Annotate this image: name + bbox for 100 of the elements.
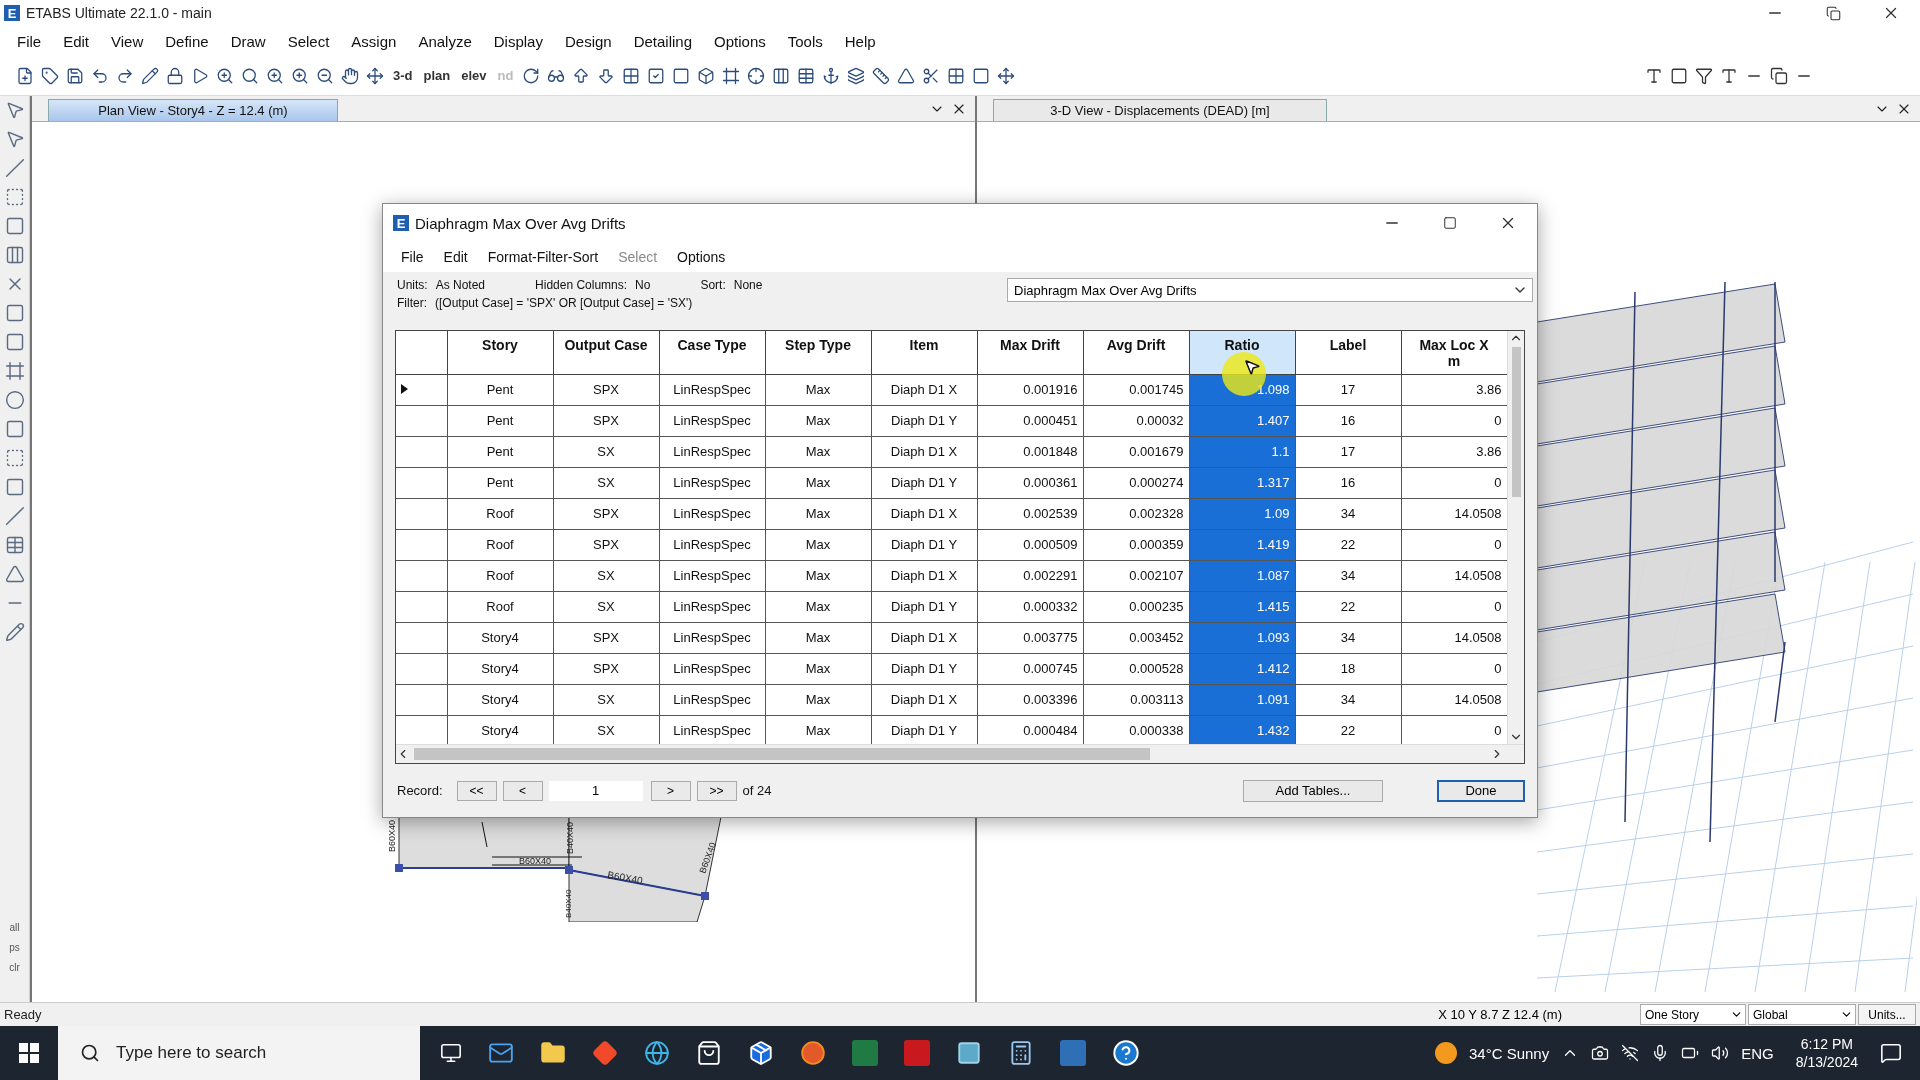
search-icon[interactable]	[80, 1043, 100, 1063]
menu-item[interactable]: File	[6, 32, 53, 50]
table-icon[interactable]	[797, 66, 816, 85]
box-icon[interactable]	[748, 1040, 774, 1066]
ruler-icon[interactable]	[872, 66, 891, 85]
down-arrow-icon[interactable]	[597, 66, 616, 85]
dropdown[interactable]: One Story	[1640, 1004, 1746, 1025]
menu-item[interactable]: Analyze	[407, 32, 483, 50]
column-header[interactable]: Label	[1295, 331, 1401, 374]
clock-date[interactable]: 8/13/2024	[1795, 1053, 1858, 1071]
row-header[interactable]	[396, 622, 447, 653]
menu-item[interactable]: Design	[553, 32, 623, 50]
column-header[interactable]: Avg Drift	[1083, 331, 1189, 374]
task-view-icon[interactable]	[440, 1042, 462, 1064]
column-header[interactable]: Item	[871, 331, 977, 374]
square-icon[interactable]	[672, 66, 691, 85]
zoom-out-icon[interactable]	[316, 66, 334, 85]
new-file-icon[interactable]	[16, 66, 34, 85]
crosshair-icon[interactable]	[747, 66, 766, 85]
row-header[interactable]	[396, 684, 447, 715]
diamond-icon[interactable]	[592, 1040, 618, 1066]
weather-text[interactable]: 34°C Sunny	[1468, 1044, 1550, 1062]
save-icon[interactable]	[66, 66, 84, 85]
circle-icon[interactable]	[4, 390, 25, 410]
menu-item[interactable]: Format-Filter-Sort	[477, 249, 609, 265]
camera-icon[interactable]	[1591, 1044, 1610, 1062]
menu-item[interactable]: Tools	[776, 32, 834, 50]
row-header[interactable]	[396, 467, 447, 498]
move-icon[interactable]	[997, 66, 1016, 85]
menu-item[interactable]: Options	[703, 32, 777, 50]
menu-item[interactable]: Options	[667, 249, 736, 265]
menu-item[interactable]: Detailing	[622, 32, 704, 50]
menu-item[interactable]: Assign	[340, 32, 408, 50]
grid-icon[interactable]	[622, 66, 641, 85]
menu-item[interactable]: Edit	[52, 32, 101, 50]
view-button[interactable]: elev	[459, 68, 489, 83]
nav-button[interactable]: <	[502, 780, 543, 801]
line-icon[interactable]	[4, 158, 25, 178]
menu-item[interactable]: Define	[154, 32, 220, 50]
dashed-square-icon[interactable]	[4, 187, 25, 207]
menu-item[interactable]: Draw	[219, 32, 277, 50]
maximize-icon[interactable]	[1443, 216, 1457, 230]
text-cursor-icon[interactable]	[1720, 66, 1738, 85]
table-icon[interactable]	[4, 535, 25, 555]
columns-icon[interactable]	[4, 245, 25, 265]
tool-label[interactable]: clr	[9, 962, 20, 973]
zoom-in-icon[interactable]	[291, 66, 309, 85]
folder-icon[interactable]	[540, 1040, 566, 1066]
tool-label[interactable]: ps	[9, 942, 20, 953]
table-dropdown[interactable]: Diaphragm Max Over Avg Drifts	[1007, 278, 1533, 302]
mail-icon[interactable]	[488, 1040, 514, 1066]
tag-icon[interactable]	[41, 66, 59, 85]
anchor-icon[interactable]	[822, 66, 841, 85]
row-header[interactable]	[396, 560, 447, 591]
rotate-icon[interactable]	[522, 66, 541, 85]
pencil-icon[interactable]	[4, 622, 25, 642]
dialog-button[interactable]: Done	[1437, 779, 1525, 802]
nav-button[interactable]: >>	[696, 780, 737, 801]
layers-icon[interactable]	[847, 66, 866, 85]
view-button[interactable]: plan	[421, 68, 453, 83]
menu-item[interactable]: File	[391, 249, 434, 265]
record-field[interactable]: 1	[548, 780, 643, 801]
frame-icon[interactable]	[722, 66, 741, 85]
hand-icon[interactable]	[341, 66, 359, 85]
lock-icon[interactable]	[166, 66, 184, 85]
language-text[interactable]: ENG	[1741, 1044, 1774, 1062]
undo-icon[interactable]	[91, 66, 109, 85]
dialog-button[interactable]: Add Tables...	[1243, 779, 1383, 802]
column-header[interactable]: Story	[447, 331, 553, 374]
horizontal-scrollbar[interactable]	[396, 744, 1524, 763]
row-header[interactable]	[396, 436, 447, 467]
notification-icon[interactable]	[1880, 1042, 1902, 1064]
tool-label[interactable]: all	[9, 922, 20, 933]
copy-icon[interactable]	[1770, 66, 1788, 85]
column-header[interactable]: Case Type	[659, 331, 765, 374]
square-icon[interactable]	[1670, 66, 1688, 85]
checkbox-icon[interactable]	[647, 66, 666, 85]
nav-button[interactable]: <<	[456, 780, 497, 801]
pencil-icon[interactable]	[141, 66, 159, 85]
column-header[interactable]: Max Drift	[977, 331, 1083, 374]
line-icon[interactable]	[4, 506, 25, 526]
vertical-scrollbar[interactable]	[1507, 331, 1524, 744]
zoom-in-icon[interactable]	[266, 66, 284, 85]
nav-button[interactable]: >	[650, 780, 691, 801]
app-icon[interactable]	[956, 1040, 982, 1066]
square-icon[interactable]	[972, 66, 991, 85]
column-header[interactable]: Step Type	[765, 331, 871, 374]
row-header[interactable]	[396, 653, 447, 684]
search-bar[interactable]: Type here to search	[58, 1026, 420, 1080]
network-icon[interactable]	[1621, 1044, 1640, 1062]
restore-icon[interactable]	[1825, 5, 1841, 21]
dashed-square-icon[interactable]	[4, 448, 25, 468]
up-arrow-icon[interactable]	[572, 66, 591, 85]
triangle-icon[interactable]	[897, 66, 916, 85]
view-button[interactable]: 3-d	[391, 68, 415, 83]
speaker-icon[interactable]	[1711, 1044, 1730, 1062]
column-header[interactable]: Max Loc X m	[1401, 331, 1507, 374]
weather-icon[interactable]	[1434, 1042, 1457, 1064]
view-tab[interactable]: Plan View - Story4 - Z = 12.4 (m)	[48, 99, 338, 121]
zoom-icon[interactable]	[241, 66, 259, 85]
